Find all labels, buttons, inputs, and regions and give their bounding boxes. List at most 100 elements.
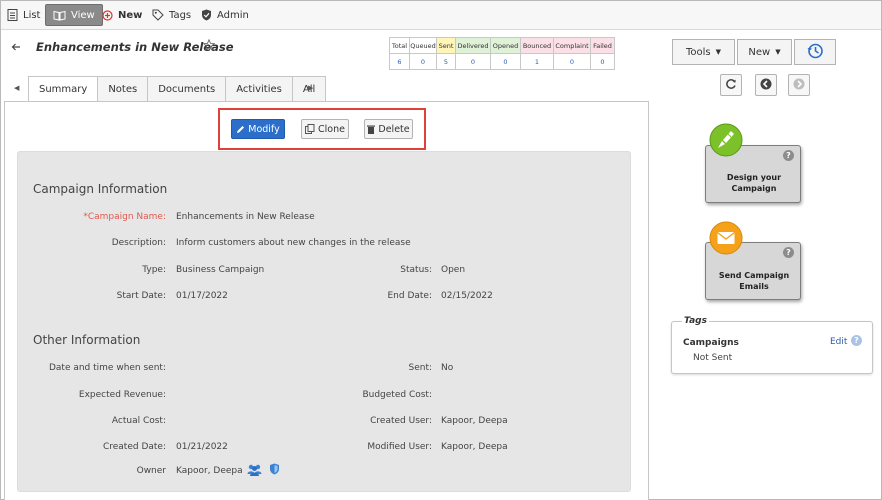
shield-icon[interactable]: [269, 463, 280, 478]
stats-value-sent[interactable]: 5: [436, 53, 456, 70]
list-label: List: [23, 9, 41, 21]
tag-item[interactable]: Not Sent: [693, 353, 732, 363]
tags-edit-link[interactable]: Edit: [830, 337, 847, 347]
tags-label: Tags: [169, 9, 192, 21]
new-caret-icon: ▼: [775, 48, 781, 56]
campaign-name-label: *Campaign Name:: [83, 212, 166, 222]
users-icon[interactable]: [247, 464, 262, 479]
stats-value-delivered[interactable]: 0: [455, 53, 491, 70]
tab-documents[interactable]: Documents: [147, 76, 227, 101]
campaign-info-title: Campaign Information: [33, 182, 168, 196]
stats-value-complaint[interactable]: 0: [553, 53, 591, 70]
next-record-button[interactable]: [788, 74, 810, 96]
list-button[interactable]: List: [7, 4, 40, 26]
stats-header-delivered: Delivered: [455, 37, 491, 54]
stats-value-opened[interactable]: 0: [490, 53, 521, 70]
stats-value-failed[interactable]: 0: [590, 53, 615, 70]
tools-label: Tools: [685, 46, 711, 58]
help-icon[interactable]: ?: [783, 247, 794, 258]
tags-box-title: Tags: [682, 316, 709, 326]
brush-icon: [709, 123, 743, 157]
status-label: Status:: [400, 265, 432, 275]
sent-value: No: [441, 363, 454, 373]
description-label: Description:: [111, 238, 166, 248]
new-label: New: [118, 9, 143, 21]
stats-value-queued[interactable]: 0: [409, 53, 437, 70]
type-value: Business Campaign: [176, 265, 265, 275]
copy-icon: [305, 124, 315, 134]
help-icon[interactable]: ?: [851, 335, 862, 346]
next-record-icon: [793, 78, 805, 93]
admin-label: Admin: [217, 9, 249, 21]
created-date-value: 01/21/2022: [176, 442, 228, 452]
budgeted-cost-label: Budgeted Cost:: [362, 390, 432, 400]
owner-label: Owner: [136, 466, 166, 476]
tab-notes[interactable]: Notes: [97, 76, 149, 101]
send-campaign-label: Send Campaign Emails: [718, 271, 790, 291]
tools-caret-icon: ▼: [715, 48, 722, 56]
stats-header-total: Total: [389, 37, 410, 54]
stats-header-bounced: Bounced: [520, 37, 554, 54]
modified-user-label: Modified User:: [367, 442, 432, 452]
tools-dropdown[interactable]: Tools ▼: [672, 39, 735, 65]
shield-check-icon: [201, 9, 212, 21]
delete-button[interactable]: Delete: [364, 119, 413, 139]
pencil-icon: [236, 125, 245, 134]
created-user-label: Created User:: [370, 416, 432, 426]
tags-category: Campaigns: [683, 338, 739, 348]
clone-button[interactable]: Clone: [301, 119, 349, 139]
previous-record-button[interactable]: [755, 74, 777, 96]
stats-header-opened: Opened: [490, 37, 521, 54]
created-user-value: Kapoor, Deepa: [441, 416, 508, 426]
stats-header-sent: Sent: [436, 37, 456, 54]
modify-button[interactable]: Modify: [231, 119, 285, 139]
envelope-icon: [709, 221, 743, 255]
new-button[interactable]: New: [102, 4, 142, 26]
stats-header-queued: Queued: [409, 37, 437, 54]
other-info-title: Other Information: [33, 333, 141, 347]
tag-icon: [152, 9, 164, 21]
details-panel: [17, 151, 631, 492]
previous-record-icon: [760, 78, 772, 93]
modified-user-value: Kapoor, Deepa: [441, 442, 508, 452]
stats-header-failed: Failed: [590, 37, 615, 54]
sent-label: Sent:: [408, 363, 432, 373]
type-label: Type:: [142, 265, 166, 275]
tab-scroll-right-icon[interactable]: ▶: [308, 84, 313, 92]
stats-value-bounced[interactable]: 1: [520, 53, 554, 70]
book-icon: [53, 10, 66, 21]
stats-header-complaint: Complaint: [553, 37, 591, 54]
refresh-button[interactable]: [720, 74, 742, 96]
start-date-label: Start Date:: [116, 291, 166, 301]
view-label: View: [71, 9, 95, 21]
created-date-label: Created Date:: [102, 442, 166, 452]
description-value: Inform customers about new changes in th…: [176, 238, 411, 248]
campaign-name-value: Enhancements in New Release: [176, 212, 315, 222]
view-button[interactable]: View: [45, 4, 103, 26]
tab-scroll-left-icon[interactable]: ◀: [14, 84, 19, 92]
new-dropdown-label: New: [748, 46, 771, 58]
design-campaign-label: Design your Campaign: [726, 173, 782, 193]
email-stats-table: Total Queued Sent Delivered Opened Bounc…: [389, 37, 615, 70]
clone-label: Clone: [318, 123, 345, 135]
stats-value-total[interactable]: 6: [389, 53, 410, 70]
start-date-value: 01/17/2022: [176, 291, 228, 301]
date-sent-label: Date and time when sent:: [48, 363, 166, 373]
admin-button[interactable]: Admin: [201, 4, 249, 26]
tags-button[interactable]: Tags: [152, 4, 191, 26]
help-icon[interactable]: ?: [783, 150, 794, 161]
back-arrow-icon[interactable]: [11, 41, 21, 55]
expected-revenue-label: Expected Revenue:: [78, 390, 166, 400]
owner-value: Kapoor, Deepa: [176, 466, 243, 476]
tab-activities[interactable]: Activities: [225, 76, 293, 101]
trash-icon: [367, 125, 376, 134]
history-clock-icon: [806, 42, 824, 63]
record-tabs: Summary Notes Documents Activities All: [28, 76, 327, 102]
end-date-value: 02/15/2022: [441, 291, 493, 301]
tab-summary[interactable]: Summary: [28, 76, 99, 102]
plus-circle-icon: [102, 9, 113, 21]
favorite-star-icon[interactable]: [202, 38, 216, 55]
history-button[interactable]: [794, 39, 836, 65]
new-dropdown[interactable]: New ▼: [737, 39, 792, 65]
delete-label: Delete: [378, 123, 410, 135]
